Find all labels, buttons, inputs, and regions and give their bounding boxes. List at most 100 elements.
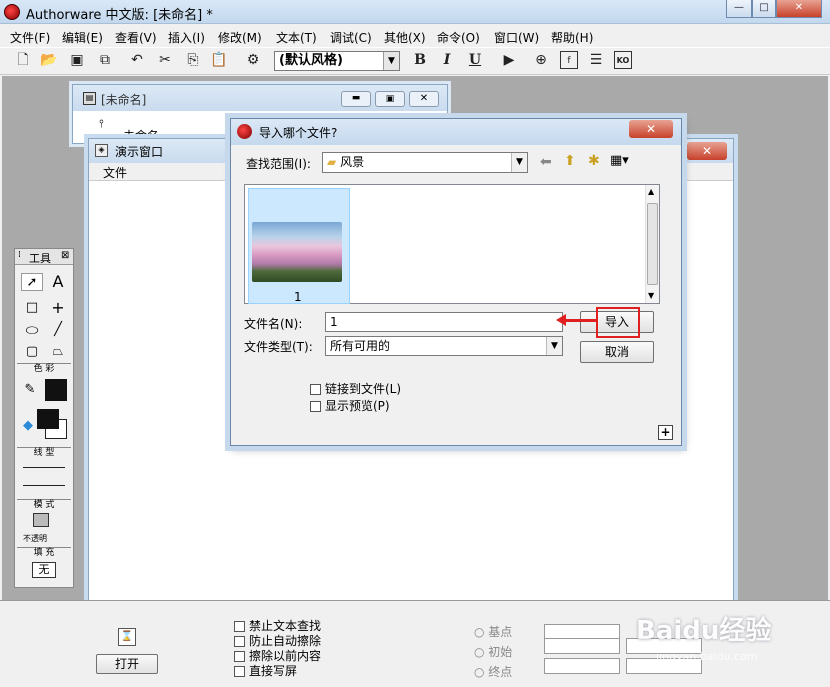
functions-icon[interactable]: f (560, 51, 578, 69)
scroll-thumb[interactable] (647, 203, 658, 285)
show-preview-checkbox[interactable]: 显示预览(P) (310, 397, 390, 414)
chevron-down-icon: ▼ (383, 52, 399, 70)
back-arrow-icon[interactable]: ⬅ (540, 154, 552, 170)
scroll-up-icon[interactable]: ▲ (648, 187, 654, 196)
rounded-rectangle-tool-icon[interactable]: ▢ (21, 343, 43, 361)
copy-icon[interactable]: ⎘ (184, 51, 202, 69)
rectangle-tool-icon[interactable]: □ (21, 299, 43, 317)
tool-palette-close-icon[interactable]: ⊠ (61, 250, 69, 261)
undo-icon[interactable]: ↶ (128, 51, 146, 69)
end-x-field[interactable] (544, 658, 620, 674)
look-in-select[interactable]: ▰ 风景 ▼ (322, 152, 528, 173)
color-section-label: 色 彩 (17, 363, 71, 374)
watermark-brand: Baidu经验 (636, 616, 772, 646)
mode-section-label: 模 式 (17, 499, 71, 510)
ellipse-tool-icon[interactable]: ⬭ (21, 321, 43, 339)
file-type-select[interactable]: 所有可用的 ▼ (325, 336, 563, 356)
new-file-icon[interactable]: 🗋 (14, 51, 32, 69)
view-menu-icon[interactable]: ▦▾ (610, 153, 629, 168)
menu-insert[interactable]: 插入(I) (168, 29, 205, 46)
presentation-window-title: 演示窗口 (115, 145, 164, 159)
initial-x-field[interactable] (544, 638, 620, 654)
menu-text[interactable]: 文本(T) (276, 29, 317, 46)
fill-value[interactable]: 无 (32, 562, 56, 578)
italic-button[interactable]: I (438, 51, 456, 69)
minimize-button[interactable]: — (726, 0, 752, 18)
expand-plus-button[interactable]: + (658, 425, 673, 440)
mode-icon[interactable] (33, 513, 49, 527)
link-to-file-checkbox[interactable]: 链接到文件(L) (310, 380, 401, 397)
checkbox-direct-to-screen[interactable]: 直接写屏 (234, 664, 321, 679)
menu-window[interactable]: 窗口(W) (494, 29, 539, 46)
menu-help[interactable]: 帮助(H) (551, 29, 593, 46)
line-style-arrow[interactable] (23, 485, 65, 486)
checkbox-disable-text-search[interactable]: 禁止文本查找 (234, 619, 321, 634)
paste-icon[interactable]: 📋 (210, 51, 228, 69)
maximize-button[interactable]: □ (752, 0, 776, 18)
tool-palette-title: 工具 (29, 252, 51, 265)
presentation-menu-file[interactable]: 文件 (103, 164, 127, 181)
design-minimize-button[interactable]: ▬ (341, 91, 371, 107)
hourglass-icon: ⌛ (118, 628, 136, 646)
diagonal-line-tool-icon[interactable]: ╱ (47, 321, 69, 339)
menu-other[interactable]: 其他(X) (384, 29, 426, 46)
knowledge-objects-icon[interactable]: KO (614, 51, 632, 69)
look-in-label: 查找范围(I): (246, 157, 311, 171)
menu-edit[interactable]: 编辑(E) (62, 29, 103, 46)
checkbox-erase-previous[interactable]: 擦除以前内容 (234, 649, 321, 664)
crosshair-line-tool-icon[interactable]: + (47, 299, 69, 317)
presentation-close-button[interactable]: ✕ (687, 142, 727, 160)
dialog-close-button[interactable]: ✕ (629, 120, 673, 138)
polygon-tool-icon[interactable]: ⏢ (47, 343, 69, 361)
menu-command[interactable]: 命令(O) (437, 29, 480, 46)
import-icon[interactable]: ⧉ (96, 51, 114, 69)
menu-view[interactable]: 查看(V) (115, 29, 157, 46)
up-folder-icon[interactable]: ⬆ (564, 153, 576, 169)
pencil-icon: ✎ (24, 382, 36, 397)
highlight-box (596, 307, 640, 338)
line-color-swatch[interactable] (45, 379, 67, 401)
cancel-button[interactable]: 取消 (580, 341, 654, 363)
design-close-button[interactable]: ✕ (409, 91, 439, 107)
underline-button[interactable]: U (466, 51, 484, 69)
menu-debug[interactable]: 调试(C) (330, 29, 372, 46)
line-section-label: 线 型 (17, 447, 71, 458)
radio-end[interactable]: ○ 终点 (474, 662, 512, 682)
chevron-down-icon: ▼ (546, 337, 562, 355)
window-title: Authorware 中文版: [未命名] * (26, 8, 213, 23)
fill-bucket-icon: ◆ (23, 418, 33, 433)
watermark-url: jingyan.baidu.com (656, 650, 758, 663)
find-icon[interactable]: ⚙ (244, 51, 262, 69)
checkbox-prevent-auto-erase[interactable]: 防止自动擦除 (234, 634, 321, 649)
cherry-blossom-thumbnail (252, 222, 342, 282)
fill-section-label: 填 充 (17, 547, 71, 558)
style-select[interactable]: (默认风格) ▼ (274, 51, 400, 71)
open-button[interactable]: 打开 (96, 654, 158, 674)
file-name-input[interactable]: 1 (325, 312, 563, 332)
file-item-label: 1 (294, 290, 302, 304)
dialog-app-icon (237, 124, 252, 139)
cut-icon[interactable]: ✂ (156, 51, 174, 69)
line-style-thin[interactable] (23, 467, 65, 468)
design-window-title: [未命名] (101, 93, 147, 107)
chevron-down-icon: ▼ (511, 153, 527, 172)
radio-base[interactable]: ○ 基点 (474, 622, 512, 642)
variables-icon[interactable]: ☰ (587, 51, 605, 69)
menu-file[interactable]: 文件(F) (10, 29, 50, 46)
control-panel-icon[interactable]: ⊕ (532, 51, 550, 69)
design-maximize-button[interactable]: ▣ (375, 91, 405, 107)
file-list-scrollbar[interactable]: ▲ ▼ (645, 185, 659, 303)
open-folder-icon[interactable]: 📂 (40, 51, 58, 69)
text-tool-icon[interactable]: A (47, 273, 69, 291)
run-icon[interactable]: ▶ (500, 51, 518, 69)
pointer-tool-icon[interactable]: ➚ (21, 273, 43, 291)
save-all-icon[interactable]: ▣ (68, 51, 86, 69)
radio-initial[interactable]: ○ 初始 (474, 642, 512, 662)
menu-modify[interactable]: 修改(M) (218, 29, 262, 46)
foreground-color-swatch[interactable] (37, 409, 59, 429)
close-button[interactable]: ✕ (776, 0, 822, 18)
mode-value: 不透明 (23, 534, 47, 543)
bold-button[interactable]: B (411, 51, 429, 69)
new-folder-icon[interactable]: ✱ (588, 153, 600, 169)
scroll-down-icon[interactable]: ▼ (648, 291, 654, 300)
